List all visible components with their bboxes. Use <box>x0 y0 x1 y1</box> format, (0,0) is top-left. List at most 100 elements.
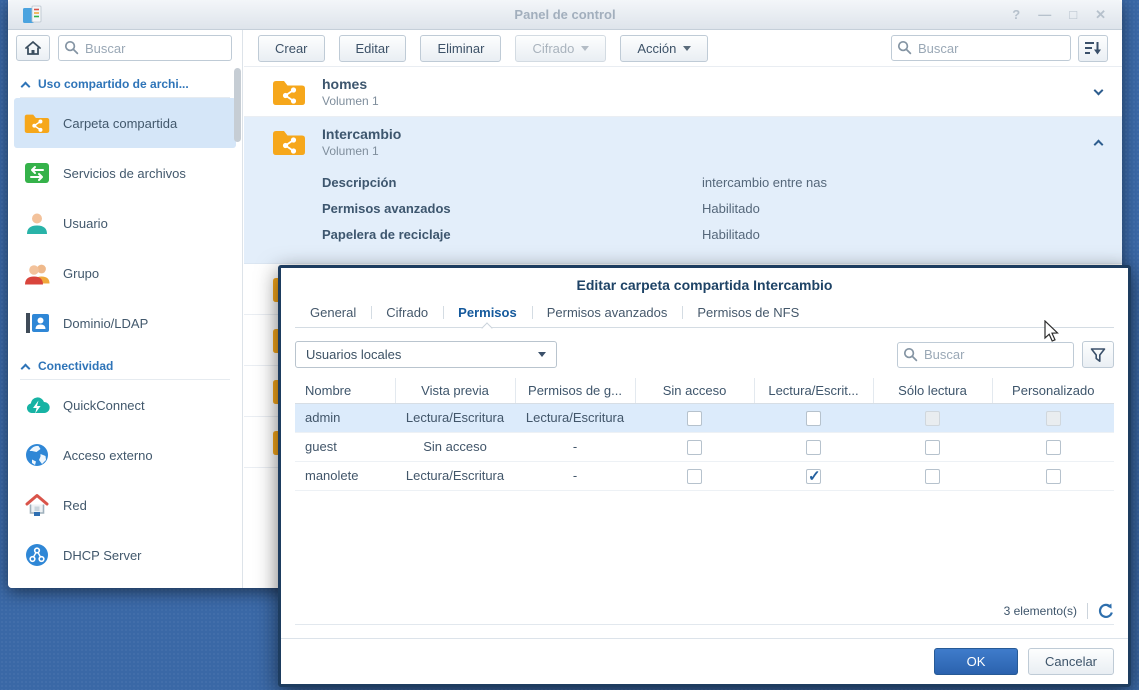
sidebar-scrollbar-thumb[interactable] <box>234 68 241 142</box>
tab-permisos[interactable]: Permisos <box>443 300 532 327</box>
column-header-vista-previa[interactable]: Vista previa <box>395 378 515 403</box>
help-icon[interactable]: ? <box>1012 8 1020 21</box>
chevron-down-icon <box>581 46 589 51</box>
shared-folder-icon <box>272 78 306 106</box>
checkbox-sin-acceso[interactable] <box>687 469 702 484</box>
checkbox-solo-lectura <box>925 411 940 426</box>
checkbox-solo-lectura[interactable] <box>925 440 940 455</box>
column-header-personalizado[interactable]: Personalizado <box>992 378 1114 403</box>
filter-icon <box>1090 347 1106 363</box>
ok-button[interactable]: OK <box>934 648 1018 675</box>
domain-ldap-icon <box>24 310 50 336</box>
column-header-lectura-escritura[interactable]: Lectura/Escrit... <box>754 378 873 403</box>
column-header-solo-lectura[interactable]: Sólo lectura <box>873 378 992 403</box>
sort-button[interactable] <box>1078 35 1108 62</box>
checkbox-sin-acceso[interactable] <box>687 411 702 426</box>
table-row-guest[interactable]: guest Sin acceso - <box>295 432 1114 461</box>
chevron-down-icon <box>538 352 546 357</box>
sidebar-section-connectivity[interactable]: Conectividad <box>20 352 230 380</box>
folder-search-input[interactable] <box>891 35 1071 61</box>
dialog-title: Editar carpeta compartida Intercambio <box>281 277 1128 293</box>
user-type-select[interactable]: Usuarios locales <box>295 341 557 368</box>
maximize-icon[interactable]: □ <box>1069 8 1077 21</box>
checkbox-personalizado[interactable] <box>1046 469 1061 484</box>
detail-label: Papelera de reciclaje <box>322 227 702 242</box>
dialog-tabs: General Cifrado Permisos Permisos avanza… <box>295 300 1114 328</box>
dhcp-server-icon <box>24 542 50 568</box>
tab-general[interactable]: General <box>295 300 371 327</box>
checkbox-lectura-escritura[interactable] <box>806 411 821 426</box>
chevron-up-icon <box>21 363 31 373</box>
preview-permission: Sin acceso <box>395 432 515 461</box>
quickconnect-icon <box>24 392 50 418</box>
window-title: Panel de control <box>8 7 1122 22</box>
tab-permisos-nfs[interactable]: Permisos de NFS <box>682 300 814 327</box>
cancel-button[interactable]: Cancelar <box>1028 648 1114 675</box>
sidebar-item-dhcp-server[interactable]: DHCP Server <box>14 530 236 580</box>
detail-value: intercambio entre nas <box>702 175 827 190</box>
edit-shared-folder-dialog: Editar carpeta compartida Intercambio Ge… <box>278 265 1131 687</box>
detail-label: Permisos avanzados <box>322 201 702 216</box>
sidebar-item-group[interactable]: Grupo <box>14 248 236 298</box>
column-header-permisos-grupo[interactable]: Permisos de g... <box>515 378 635 403</box>
group-permission: - <box>515 461 635 490</box>
sidebar-item-file-services[interactable]: Servicios de archivos <box>14 148 236 198</box>
minimize-icon[interactable]: — <box>1038 8 1051 21</box>
column-header-sin-acceso[interactable]: Sin acceso <box>635 378 754 403</box>
home-icon <box>24 40 42 56</box>
checkbox-solo-lectura[interactable] <box>925 469 940 484</box>
detail-value: Habilitado <box>702 201 760 216</box>
tab-cifrado[interactable]: Cifrado <box>371 300 443 327</box>
table-header-row: Nombre Vista previa Permisos de g... Sin… <box>295 378 1114 403</box>
sort-icon <box>1084 40 1102 56</box>
user-search-input[interactable] <box>897 342 1074 368</box>
dialog-footer: OK Cancelar <box>281 638 1128 684</box>
column-header-nombre[interactable]: Nombre <box>295 378 395 403</box>
user-name: manolete <box>295 461 395 490</box>
chevron-down-icon[interactable] <box>1094 86 1104 96</box>
sidebar-search-input[interactable] <box>58 35 232 61</box>
action-dropdown-button[interactable]: Acción <box>620 35 708 62</box>
sidebar-item-domain-ldap[interactable]: Dominio/LDAP <box>14 298 236 348</box>
chevron-down-icon <box>683 46 691 51</box>
detail-label: Descripción <box>322 175 702 190</box>
folder-block-intercambio: Intercambio Volumen 1 Descripción interc… <box>244 117 1122 264</box>
user-name: admin <box>295 403 395 432</box>
sidebar: Uso compartido de archi... Carpeta compa… <box>8 30 243 588</box>
sidebar-item-network[interactable]: Red <box>14 480 236 530</box>
chevron-up-icon[interactable] <box>1094 139 1104 149</box>
preview-permission: Lectura/Escritura <box>395 461 515 490</box>
sidebar-item-user[interactable]: Usuario <box>14 198 236 248</box>
group-permission: - <box>515 432 635 461</box>
close-icon[interactable]: ✕ <box>1095 8 1106 21</box>
sidebar-section-file-sharing[interactable]: Uso compartido de archi... <box>20 70 230 98</box>
edit-button[interactable]: Editar <box>339 35 407 62</box>
filter-button[interactable] <box>1082 341 1114 368</box>
dialog-status-bar: 3 elemento(s) <box>295 597 1114 625</box>
create-button[interactable]: Crear <box>258 35 325 62</box>
checkbox-sin-acceso[interactable] <box>687 440 702 455</box>
refresh-icon[interactable] <box>1098 603 1114 619</box>
home-button[interactable] <box>16 35 50 61</box>
table-row-admin[interactable]: admin Lectura/Escritura Lectura/Escritur… <box>295 403 1114 432</box>
sidebar-item-shared-folder[interactable]: Carpeta compartida <box>14 98 236 148</box>
folder-row-homes[interactable]: homes Volumen 1 <box>244 67 1122 117</box>
group-permission: Lectura/Escritura <box>515 403 635 432</box>
detail-value: Habilitado <box>702 227 760 242</box>
chevron-up-icon <box>21 81 31 91</box>
checkbox-lectura-escritura[interactable] <box>806 469 821 484</box>
shared-folder-icon <box>24 110 50 136</box>
checkbox-lectura-escritura[interactable] <box>806 440 821 455</box>
preview-permission: Lectura/Escritura <box>395 403 515 432</box>
network-icon <box>24 492 50 518</box>
tab-permisos-avanzados[interactable]: Permisos avanzados <box>532 300 683 327</box>
folder-row-intercambio[interactable]: Intercambio Volumen 1 <box>244 117 1122 167</box>
dialog-controls: Usuarios locales <box>295 341 1114 368</box>
table-row-manolete[interactable]: manolete Lectura/Escritura - <box>295 461 1114 490</box>
sidebar-item-external-access[interactable]: Acceso externo <box>14 430 236 480</box>
checkbox-personalizado[interactable] <box>1046 440 1061 455</box>
sidebar-item-quickconnect[interactable]: QuickConnect <box>14 380 236 430</box>
delete-button[interactable]: Eliminar <box>420 35 501 62</box>
external-access-icon <box>24 442 50 468</box>
file-services-icon <box>24 160 50 186</box>
